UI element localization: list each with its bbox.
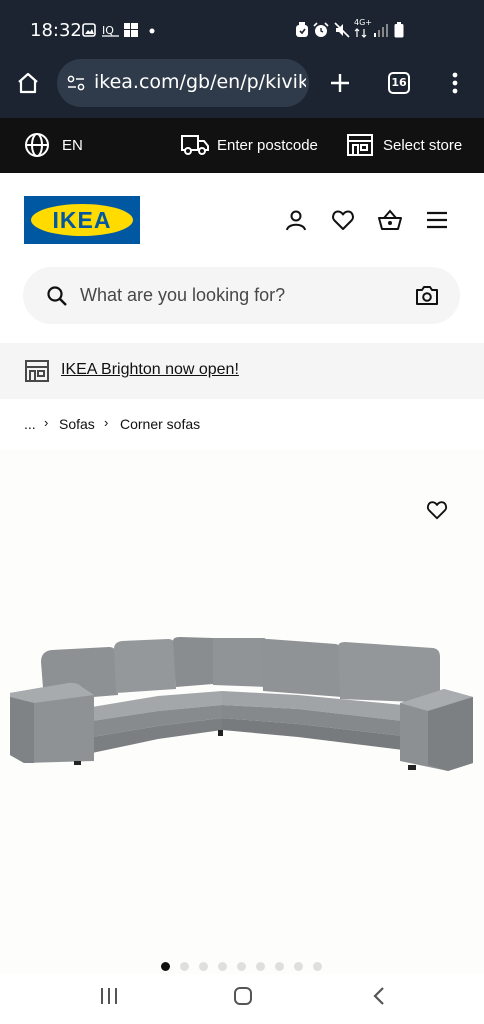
chevron-right-icon: ›	[104, 415, 109, 430]
carousel-dot[interactable]	[180, 962, 189, 971]
recent-apps-icon[interactable]	[100, 987, 118, 1005]
battery-icon	[394, 22, 404, 38]
more-options-icon[interactable]	[451, 71, 459, 95]
network-4g-icon	[354, 28, 368, 38]
announcement-link[interactable]: IKEA Brighton now open!	[61, 361, 239, 379]
carousel-dot[interactable]	[294, 962, 303, 971]
shopping-basket-icon[interactable]	[377, 208, 403, 232]
url-text: ikea.com/gb/en/p/kivik-c	[94, 71, 306, 93]
chevron-right-icon: ›	[44, 415, 49, 430]
corner-sofa-image	[10, 637, 473, 771]
ikea-utility-bar: EN Enter postcode Select store	[0, 118, 484, 173]
browser-toolbar: ikea.com/gb/en/p/kivik-c 16	[0, 59, 484, 118]
camera-search-icon[interactable]	[415, 284, 439, 306]
wishlist-heart-icon[interactable]	[331, 208, 355, 232]
search-input[interactable]: What are you looking for?	[80, 285, 285, 306]
breadcrumb: ... › Sofas › Corner sofas	[0, 399, 484, 449]
store-announcement[interactable]: IKEA Brighton now open!	[0, 343, 484, 399]
search-bar[interactable]: What are you looking for?	[23, 267, 460, 324]
gallery-icon	[82, 23, 96, 37]
product-image-carousel[interactable]	[0, 449, 484, 974]
new-tab-icon[interactable]	[328, 71, 352, 95]
ikea-logo[interactable]: IKEA	[24, 196, 140, 244]
carousel-pagination	[161, 962, 323, 971]
carousel-dot[interactable]	[256, 962, 265, 971]
mute-icon	[334, 22, 350, 38]
alarm-clock-icon	[313, 22, 329, 38]
carousel-dot[interactable]	[275, 962, 284, 971]
alarm-icon	[295, 22, 309, 38]
tab-count-button[interactable]: 16	[388, 72, 410, 94]
enter-postcode-button[interactable]: Enter postcode	[181, 132, 321, 160]
carousel-dot[interactable]	[313, 962, 322, 971]
breadcrumb-item-sofas[interactable]: Sofas	[59, 416, 95, 432]
store-icon	[25, 360, 49, 382]
store-label: Select store	[383, 137, 463, 154]
hamburger-menu-icon[interactable]	[426, 210, 448, 230]
site-header: IKEA What are you looking for?	[0, 173, 484, 343]
carousel-dot[interactable]	[237, 962, 246, 971]
android-navigation-bar	[0, 974, 484, 1024]
ikea-logo-text: IKEA	[52, 207, 112, 233]
store-icon	[347, 134, 373, 156]
breadcrumb-item-corner-sofas[interactable]: Corner sofas	[120, 416, 200, 432]
status-time: 18:32	[30, 20, 82, 41]
svg-text:IQ: IQ	[102, 24, 114, 37]
add-to-wishlist-heart-icon[interactable]	[426, 499, 448, 521]
home-button-icon[interactable]	[233, 986, 253, 1006]
carousel-dot-active[interactable]	[161, 962, 170, 971]
status-bar: 18:32 IQ 4G+	[0, 0, 484, 60]
carousel-dot[interactable]	[218, 962, 227, 971]
select-store-button[interactable]: Select store	[347, 132, 467, 160]
breadcrumb-ellipsis[interactable]: ...	[24, 416, 36, 432]
network-4g-label: 4G+	[354, 18, 372, 27]
url-field[interactable]: ikea.com/gb/en/p/kivik-c	[57, 59, 309, 107]
home-icon[interactable]	[16, 71, 40, 95]
globe-icon	[24, 132, 50, 158]
search-icon	[46, 285, 68, 307]
profile-icon[interactable]	[284, 208, 308, 232]
postcode-label: Enter postcode	[217, 137, 318, 154]
site-settings-icon[interactable]	[67, 75, 85, 91]
language-label: EN	[62, 137, 83, 154]
windows-icon	[124, 23, 138, 37]
back-icon[interactable]	[372, 986, 386, 1006]
iq-icon: IQ	[102, 22, 120, 38]
dot-icon	[149, 28, 155, 34]
carousel-dot[interactable]	[199, 962, 208, 971]
signal-icon	[373, 22, 389, 38]
delivery-truck-icon	[181, 134, 209, 156]
